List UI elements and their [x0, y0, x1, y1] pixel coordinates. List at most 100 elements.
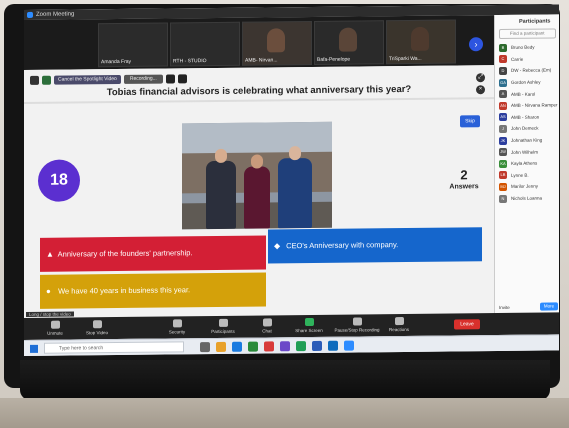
participant-search-input[interactable]: Find a participant: [499, 28, 556, 40]
participant-row[interactable]: B Bruno Bedy: [495, 41, 559, 53]
participant-row[interactable]: AS AMB - Sharon: [495, 111, 559, 123]
participant-row[interactable]: LB Lynne B.: [495, 169, 559, 181]
windows-start-icon[interactable]: [30, 344, 38, 353]
quiz-question: Tobias financial advisors is celebrating…: [106, 83, 412, 99]
pause-icon[interactable]: [165, 74, 175, 84]
panel-title: Participants: [519, 18, 551, 25]
edge-icon[interactable]: [232, 341, 242, 352]
pause-stop-icon: [352, 317, 362, 326]
avatar: C: [499, 55, 507, 64]
video-thumbnail[interactable]: TriSparki Wa...: [386, 19, 456, 65]
thumbnail-name: TriSparki Wa...: [389, 55, 422, 63]
person-head: [251, 154, 263, 169]
share-controls: Cancel the Spotlight Video Recording...: [30, 74, 187, 85]
avatar: JK: [499, 136, 507, 145]
avatar: D: [499, 66, 507, 76]
recording-button[interactable]: Pause/Stop Recording: [334, 317, 380, 333]
thumbnail-name: Amanda Fray: [101, 58, 132, 66]
more-button[interactable]: More: [540, 302, 558, 311]
toolbar-label: Share Screen: [295, 327, 323, 334]
acrobat-icon[interactable]: [264, 341, 274, 352]
video-thumbnail[interactable]: Amanda Fray: [98, 22, 168, 68]
toolbar-tip: Long / stop the video: [26, 311, 74, 317]
share-screen-button[interactable]: Share Screen: [292, 317, 326, 334]
answer-option[interactable]: ▲ Anniversary of the founders' partnersh…: [40, 235, 266, 272]
next-page-icon[interactable]: ›: [469, 37, 483, 52]
participant-face: [411, 26, 429, 51]
answer-option[interactable]: ● We have 40 years in business this year…: [40, 272, 266, 309]
person-head: [215, 148, 227, 163]
video-thumbnail[interactable]: Bafa-Penelope: [314, 20, 384, 65]
participant-face: [339, 27, 357, 52]
outlook-icon[interactable]: [328, 340, 338, 351]
security-button[interactable]: Security: [160, 319, 194, 334]
video-thumbnail[interactable]: AMB- Nirvan...: [242, 20, 312, 66]
teams-icon[interactable]: [280, 341, 290, 352]
zoom-logo-icon: [27, 11, 33, 18]
cancel-spotlight-button[interactable]: Cancel the Spotlight Video: [54, 74, 121, 85]
participant-name: Lynne B.: [511, 172, 529, 178]
participant-row[interactable]: MJ Marilor Jenny: [495, 181, 559, 193]
microphone-icon: [50, 320, 60, 329]
invite-button[interactable]: Invite: [499, 305, 510, 310]
participant-row[interactable]: J John Demeck: [495, 123, 559, 135]
file-explorer-icon[interactable]: [216, 341, 226, 352]
shield-icon: [172, 319, 182, 328]
answer-option[interactable]: ◆ CEO's Anniversary with company.: [268, 227, 482, 264]
avatar: KA: [499, 159, 507, 168]
thumbnail-name: RTH - STUDIO: [173, 58, 207, 65]
taskbar-search-input[interactable]: Type here to search: [44, 341, 184, 354]
excel-icon[interactable]: [296, 341, 306, 352]
participants-button[interactable]: Participants: [206, 318, 240, 334]
participant-row[interactable]: A AMB - Karol: [495, 88, 559, 100]
smiley-icon: [394, 317, 404, 326]
expand-icon[interactable]: ⤢: [476, 73, 485, 83]
stop-icon[interactable]: [30, 75, 39, 85]
answer-text: CEO's Anniversary with company.: [286, 240, 399, 251]
circle-icon: ●: [46, 286, 51, 296]
skip-button[interactable]: Skip: [460, 115, 480, 128]
participant-name: Nichols Loanna: [511, 195, 543, 201]
participant-row[interactable]: GA Gordon Ashley: [495, 76, 559, 88]
leave-button[interactable]: Leave: [454, 319, 480, 330]
participant-name: John Demeck: [511, 126, 539, 132]
participant-face: [267, 28, 285, 53]
close-icon[interactable]: ×: [476, 85, 485, 95]
participant-row[interactable]: C Carrie: [495, 53, 559, 65]
participant-name: Gordon Ashley: [511, 79, 541, 85]
record-icon[interactable]: [42, 75, 51, 85]
word-icon[interactable]: [312, 340, 322, 351]
participant-name: Bruno Bedy: [511, 44, 535, 51]
participant-name: DW - Rebecca (Em): [511, 67, 552, 74]
participant-row[interactable]: KA Kayla Athens: [495, 157, 559, 169]
toolbar-label: Pause/Stop Recording: [334, 327, 380, 333]
chat-button[interactable]: Chat: [250, 318, 284, 334]
avatar: B: [499, 43, 507, 52]
participant-row[interactable]: N Nichols Loanna: [495, 192, 559, 204]
participant-row[interactable]: JW John Wilhelm: [495, 146, 559, 158]
person-head: [289, 146, 301, 161]
video-thumbnail[interactable]: RTH - STUDIO: [170, 21, 240, 67]
avatar: MJ: [499, 182, 507, 191]
avatar: GA: [499, 78, 507, 87]
participant-name: John Wilhelm: [511, 149, 539, 155]
answer-text: Anniversary of the founders' partnership…: [57, 248, 193, 259]
answer-text: We have 40 years in business this year.: [58, 285, 191, 296]
unmute-button[interactable]: Unmute: [38, 320, 72, 336]
participant-row[interactable]: AN AMB - Nirvana Ramper: [495, 99, 559, 111]
person-figure: [278, 157, 312, 229]
toolbar-label: Chat: [262, 328, 272, 334]
stop-video-button[interactable]: Stop Video: [80, 320, 114, 335]
participant-name: AMB - Sharon: [511, 114, 540, 120]
screen: Zoom Meeting Amanda Fray RTH - STUDIO AM…: [24, 4, 559, 357]
reactions-button[interactable]: Reactions: [382, 317, 416, 332]
task-view-icon[interactable]: [200, 342, 210, 353]
shared-screen: Cancel the Spotlight Video Recording... …: [24, 65, 494, 318]
stop-recording-icon[interactable]: [177, 74, 187, 84]
participant-row[interactable]: D DW - Rebecca (Em): [495, 65, 559, 77]
toolbar-label: Stop Video: [86, 330, 108, 336]
participant-name: Kayla Athens: [511, 160, 538, 167]
zoom-icon[interactable]: [344, 340, 354, 351]
participant-row[interactable]: JK Johnathan King: [495, 134, 559, 146]
chrome-icon[interactable]: [248, 341, 258, 352]
